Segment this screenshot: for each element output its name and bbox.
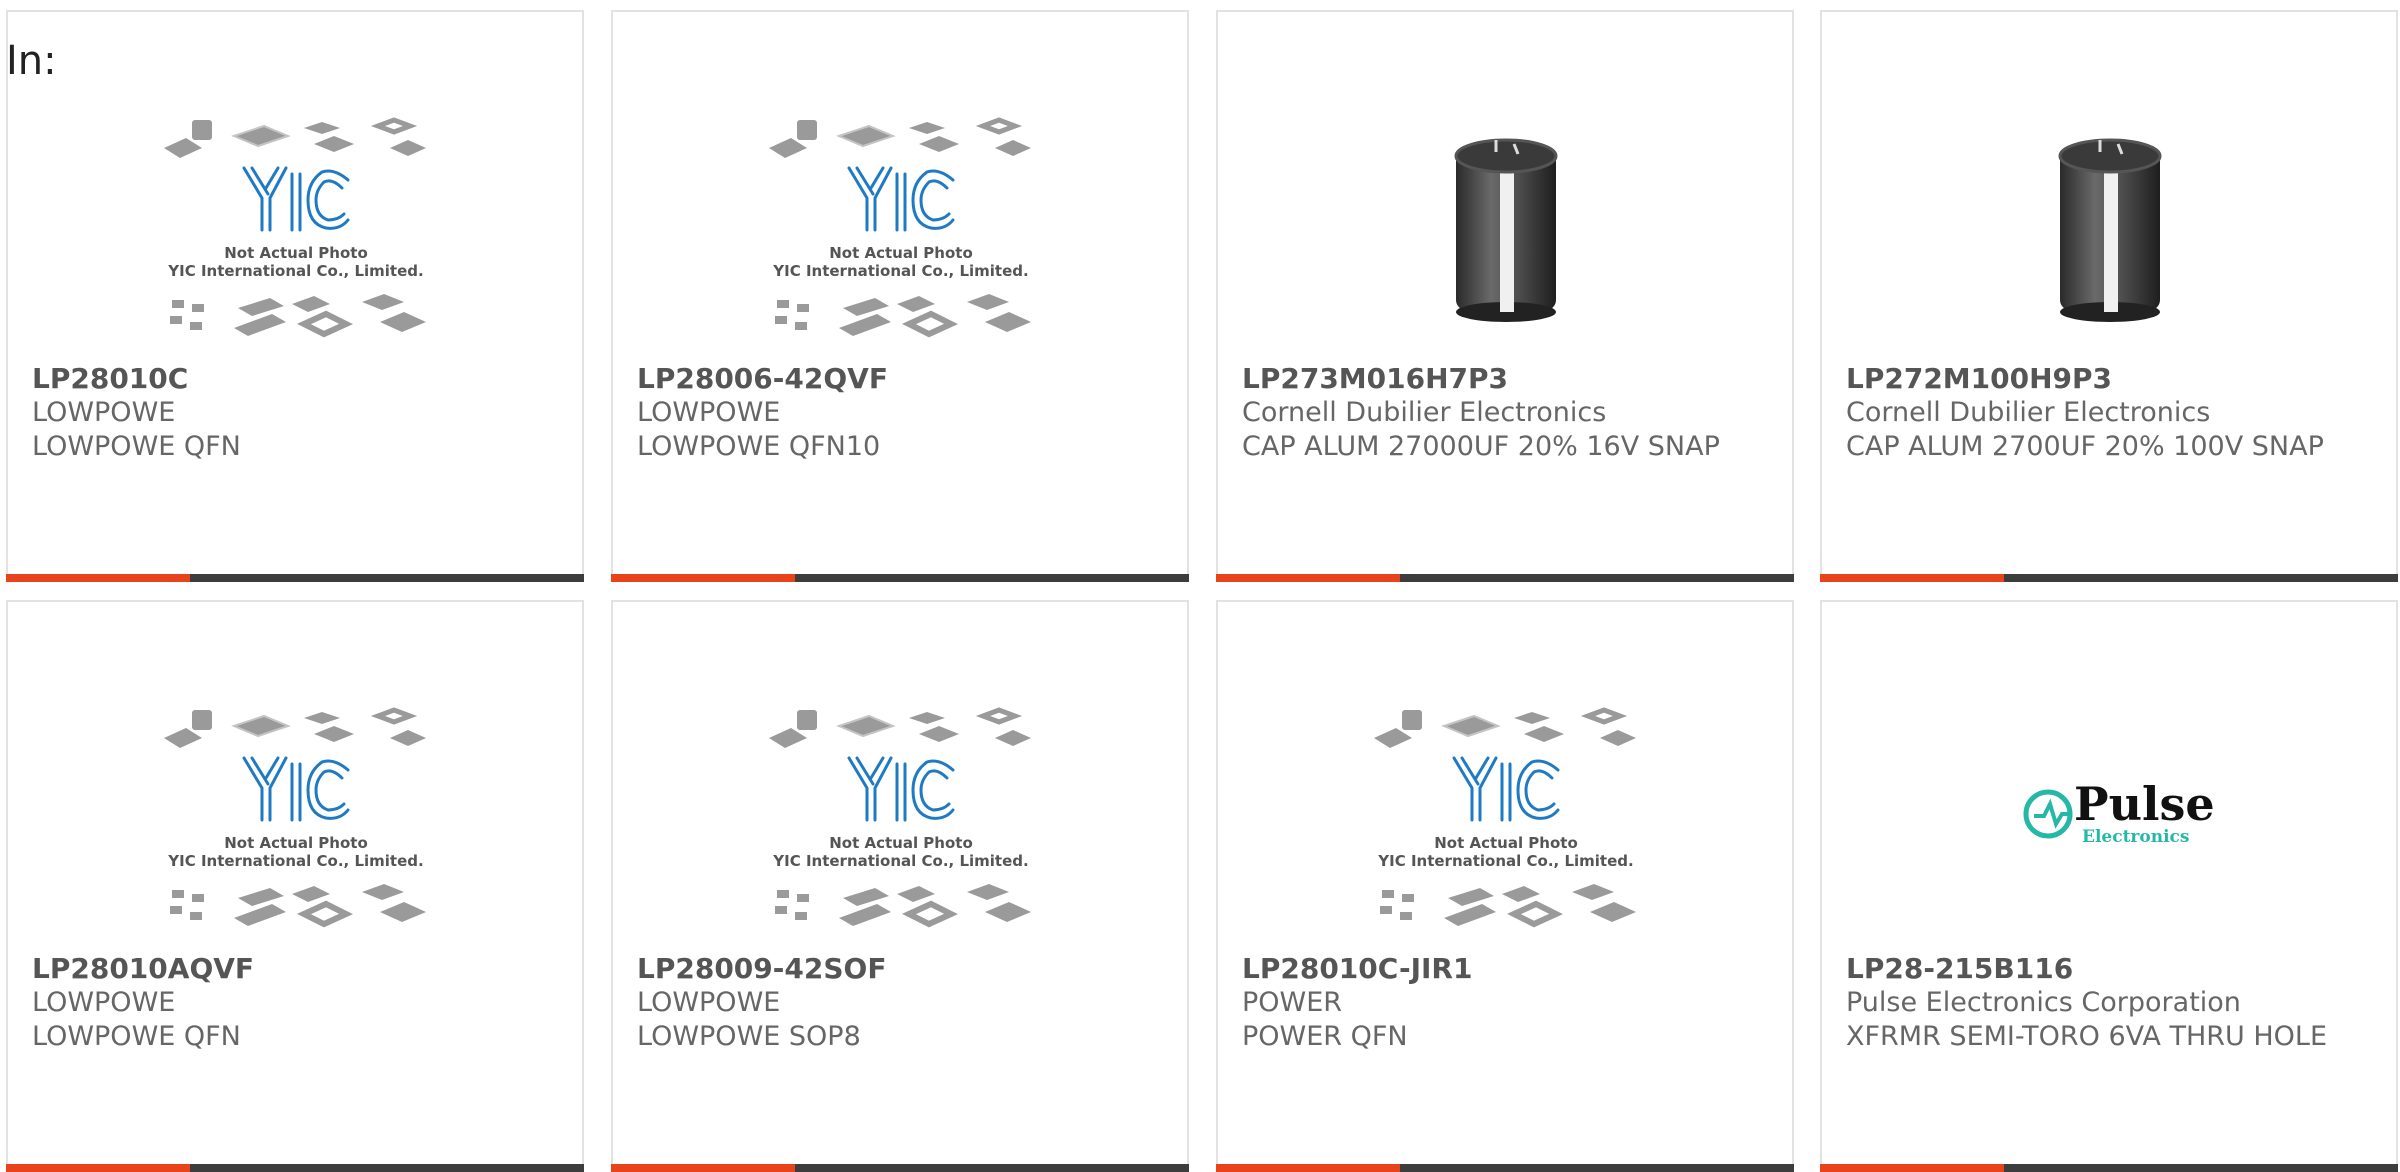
description: LOWPOWE QFN xyxy=(32,431,241,462)
image-caption-2: YIC International Co., Limited. xyxy=(772,262,1028,280)
manufacturer: LOWPOWE xyxy=(32,987,176,1018)
logo-subtext: Electronics xyxy=(2082,827,2189,847)
image-caption-1: Not Actual Photo xyxy=(829,244,973,262)
product-image[interactable]: Not Actual Photo YIC International Co., … xyxy=(158,690,434,942)
image-caption-1: Not Actual Photo xyxy=(224,244,368,262)
image-caption-1: Not Actual Photo xyxy=(224,834,368,852)
description: CAP ALUM 27000UF 20% 16V SNAP xyxy=(1242,431,1720,462)
card-bottom-bar xyxy=(1820,574,2398,582)
description: XFRMR SEMI-TORO 6VA THRU HOLE xyxy=(1846,1021,2328,1052)
part-number[interactable]: LP28010AQVF xyxy=(32,952,558,986)
product-card[interactable]: Not Actual Photo YIC International Co., … xyxy=(611,600,1189,1172)
product-card[interactable]: LP273M016H7P3 Cornell Dubilier Electroni… xyxy=(1216,10,1794,582)
product-info: LP273M016H7P3 Cornell Dubilier Electroni… xyxy=(1242,362,1768,464)
card-accent xyxy=(1820,574,2004,582)
product-image[interactable]: Not Actual Photo YIC International Co., … xyxy=(1368,690,1644,942)
product-info: LP28-215B116 Pulse Electronics Corporati… xyxy=(1846,952,2372,1054)
product-info: LP28010C LOWPOWE LOWPOWE QFN xyxy=(32,362,558,464)
logo-word: Pulse xyxy=(2074,777,2215,831)
product-card[interactable]: Not Actual Photo YIC International Co., … xyxy=(1216,600,1794,1172)
image-caption-2: YIC International Co., Limited. xyxy=(167,852,423,870)
image-caption-2: YIC International Co., Limited. xyxy=(772,852,1028,870)
description: LOWPOWE SOP8 xyxy=(637,1021,861,1052)
product-image[interactable]: Not Actual Photo YIC International Co., … xyxy=(763,690,1039,942)
yic-placeholder-icon: Not Actual Photo YIC International Co., … xyxy=(769,707,1031,928)
product-image[interactable]: Not Actual Photo YIC International Co., … xyxy=(763,100,1039,352)
card-bottom-bar xyxy=(1216,1164,1794,1172)
product-image[interactable] xyxy=(1972,100,2248,352)
card-bottom-bar xyxy=(1820,1164,2398,1172)
yic-placeholder-icon: Not Actual Photo YIC International Co., … xyxy=(1374,707,1636,928)
part-number[interactable]: LP28010C xyxy=(32,362,558,396)
card-accent xyxy=(6,574,190,582)
manufacturer: LOWPOWE xyxy=(637,397,781,428)
part-number[interactable]: LP28-215B116 xyxy=(1846,952,2372,986)
manufacturer: LOWPOWE xyxy=(637,987,781,1018)
manufacturer: LOWPOWE xyxy=(32,397,176,428)
product-info: LP28009-42SOF LOWPOWE LOWPOWE SOP8 xyxy=(637,952,1163,1054)
product-card[interactable]: Not Actual Photo YIC International Co., … xyxy=(611,10,1189,582)
product-card[interactable]: Not Actual Photo YIC International Co., … xyxy=(6,10,584,582)
image-caption-2: YIC International Co., Limited. xyxy=(1377,852,1633,870)
product-image[interactable]: Not Actual Photo YIC International Co., … xyxy=(158,100,434,352)
part-number[interactable]: LP272M100H9P3 xyxy=(1846,362,2372,396)
part-number[interactable]: LP273M016H7P3 xyxy=(1242,362,1768,396)
image-caption-1: Not Actual Photo xyxy=(829,834,973,852)
image-caption-2: YIC International Co., Limited. xyxy=(167,262,423,280)
yic-placeholder-icon: Not Actual Photo YIC International Co., … xyxy=(164,117,426,338)
part-number[interactable]: LP28006-42QVF xyxy=(637,362,1163,396)
product-card[interactable]: LP272M100H9P3 Cornell Dubilier Electroni… xyxy=(1820,10,2398,582)
part-number[interactable]: LP28009-42SOF xyxy=(637,952,1163,986)
description: LOWPOWE QFN10 xyxy=(637,431,881,462)
part-number[interactable]: LP28010C-JIR1 xyxy=(1242,952,1768,986)
product-image[interactable]: Pulse Electronics xyxy=(1972,690,2248,942)
manufacturer: Cornell Dubilier Electronics xyxy=(1846,397,2211,428)
yic-placeholder-icon: Not Actual Photo YIC International Co., … xyxy=(769,117,1031,338)
description: POWER QFN xyxy=(1242,1021,1408,1052)
card-bottom-bar xyxy=(6,574,584,582)
product-info: LP28006-42QVF LOWPOWE LOWPOWE QFN10 xyxy=(637,362,1163,464)
card-accent xyxy=(1216,574,1400,582)
product-info: LP272M100H9P3 Cornell Dubilier Electroni… xyxy=(1846,362,2372,464)
card-accent xyxy=(6,1164,190,1172)
description: LOWPOWE QFN xyxy=(32,1021,241,1052)
card-bottom-bar xyxy=(6,1164,584,1172)
card-bottom-bar xyxy=(611,1164,1189,1172)
product-card[interactable]: Pulse Electronics LP28-215B116 Pulse Ele… xyxy=(1820,600,2398,1172)
pulse-logo-icon: Pulse Electronics xyxy=(2023,777,2215,847)
card-accent xyxy=(611,1164,795,1172)
product-info: LP28010AQVF LOWPOWE LOWPOWE QFN xyxy=(32,952,558,1054)
capacitor-icon xyxy=(1454,138,1558,322)
description: CAP ALUM 2700UF 20% 100V SNAP xyxy=(1846,431,2324,462)
product-card[interactable]: Not Actual Photo YIC International Co., … xyxy=(6,600,584,1172)
manufacturer: Pulse Electronics Corporation xyxy=(1846,987,2241,1018)
product-info: LP28010C-JIR1 POWER POWER QFN xyxy=(1242,952,1768,1054)
capacitor-icon xyxy=(2058,138,2162,322)
card-accent xyxy=(1820,1164,2004,1172)
card-bottom-bar xyxy=(1216,574,1794,582)
manufacturer: POWER xyxy=(1242,987,1343,1018)
in-label: In: xyxy=(6,38,57,84)
manufacturer: Cornell Dubilier Electronics xyxy=(1242,397,1607,428)
product-image[interactable] xyxy=(1368,100,1644,352)
yic-placeholder-icon: Not Actual Photo YIC International Co., … xyxy=(164,707,426,928)
card-accent xyxy=(611,574,795,582)
image-caption-1: Not Actual Photo xyxy=(1434,834,1578,852)
card-bottom-bar xyxy=(611,574,1189,582)
card-accent xyxy=(1216,1164,1400,1172)
